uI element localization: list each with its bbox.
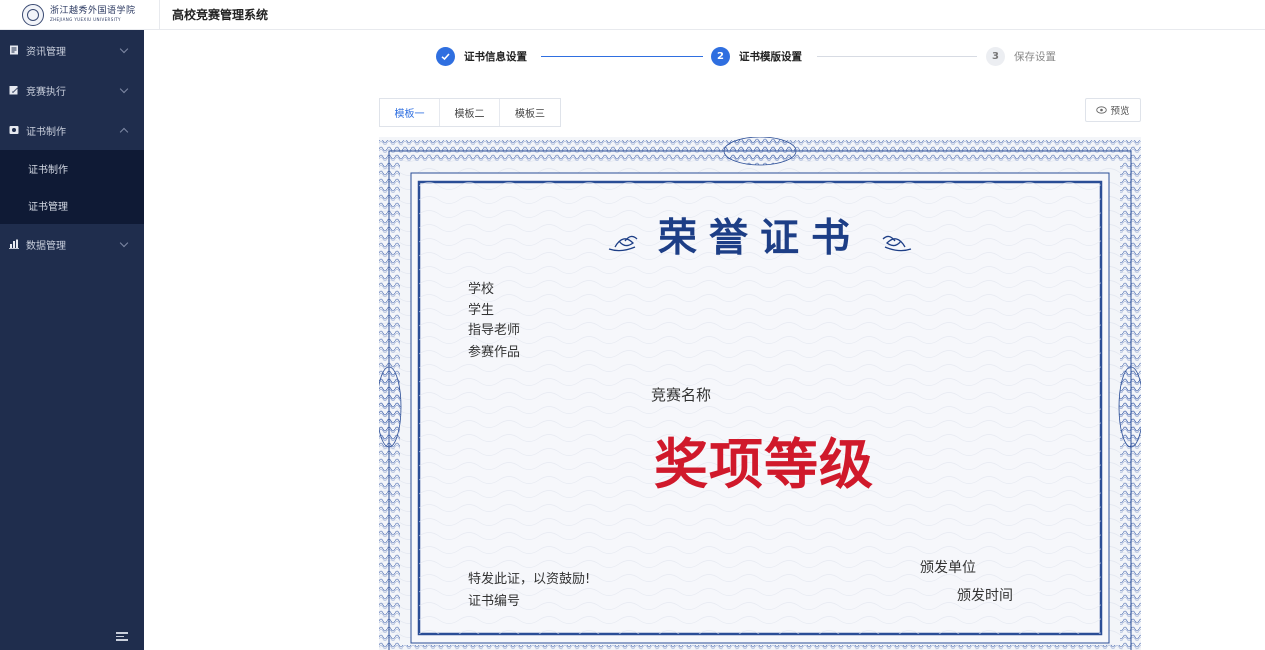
step-template-settings[interactable]: 2 证书模版设置 (711, 44, 802, 68)
certificate-icon (9, 125, 19, 135)
menu-collapse-icon[interactable] (116, 632, 128, 644)
app-title: 高校竞赛管理系统 (172, 8, 269, 22)
sidebar-subitem-manage-certificate[interactable]: 证书管理 (0, 187, 144, 224)
sidebar-item-label: 证书制作 (26, 126, 66, 138)
chevron-down-icon (119, 84, 129, 93)
news-icon (9, 45, 19, 55)
sidebar-item-news[interactable]: 资讯管理 (0, 30, 144, 70)
bar-chart-icon (9, 239, 19, 249)
field-work[interactable]: 参赛作品 (468, 341, 520, 360)
chevron-down-icon (119, 238, 129, 247)
logo-name-cn: 浙江越秀外国语学院 (50, 6, 136, 16)
eye-icon (1096, 106, 1108, 114)
step-certificate-info[interactable]: 证书信息设置 (436, 44, 527, 68)
sidebar-item-label: 资讯管理 (26, 46, 66, 58)
step-label: 证书信息设置 (464, 50, 527, 63)
field-issue-time[interactable]: 颁发时间 (957, 585, 1013, 605)
step-connector (817, 56, 977, 57)
sidebar-subitem-make-certificate[interactable]: 证书制作 (0, 150, 144, 187)
field-student[interactable]: 学生 (468, 299, 494, 318)
university-logo[interactable]: 浙江越秀外国语学院 ZHEJIANG YUEXIU UNIVERSITY (0, 0, 160, 30)
tab-template-3[interactable]: 模板三 (500, 99, 560, 126)
field-school[interactable]: 学校 (468, 278, 494, 297)
template-tabs: 模板一 模板二 模板三 (379, 98, 561, 127)
step-number: 3 (986, 46, 1005, 66)
step-save-settings[interactable]: 3 保存设置 (986, 44, 1056, 68)
step-number: 2 (711, 46, 730, 66)
edit-doc-icon (9, 85, 19, 95)
certificate-submenu: 证书制作 证书管理 (0, 150, 144, 224)
sidebar-item-label: 数据管理 (26, 240, 66, 252)
checkmark-icon (436, 46, 455, 66)
field-encouragement[interactable]: 特发此证，以资鼓励! (468, 568, 590, 587)
sidebar-item-competition[interactable]: 竞赛执行 (0, 70, 144, 110)
logo-name-en: ZHEJIANG YUEXIU UNIVERSITY (50, 17, 121, 22)
step-label: 证书模版设置 (739, 50, 802, 63)
field-teacher[interactable]: 指导老师 (468, 319, 520, 338)
field-issuer[interactable]: 颁发单位 (920, 557, 976, 577)
field-competition-name[interactable]: 竞赛名称 (651, 384, 711, 405)
tab-template-1[interactable]: 模板一 (380, 99, 440, 126)
sidebar-item-data[interactable]: 数据管理 (0, 224, 144, 264)
top-header: 浙江越秀外国语学院 ZHEJIANG YUEXIU UNIVERSITY 高校竞… (0, 0, 1265, 30)
chevron-down-icon (119, 44, 129, 53)
tab-template-2[interactable]: 模板二 (440, 99, 500, 126)
sidebar: 资讯管理 竞赛执行 证书制作 证书制作 证书管理 数据管理 (0, 30, 144, 650)
university-seal-icon (22, 3, 44, 26)
certificate-title: 荣誉证书 (599, 209, 921, 261)
field-certificate-number[interactable]: 证书编号 (468, 590, 520, 609)
field-award-level[interactable]: 奖项等级 (614, 420, 914, 499)
certificate-canvas: 荣誉证书 学校 学生 指导老师 参赛作品 竞赛名称 奖项等级 特发此证，以资鼓励… (379, 137, 1141, 650)
step-connector (541, 56, 703, 57)
sidebar-item-label: 竞赛执行 (26, 86, 66, 98)
chevron-up-icon (119, 127, 129, 136)
certificate-title-text: 荣誉证书 (657, 216, 862, 261)
preview-button[interactable]: 预览 (1085, 98, 1141, 122)
sidebar-item-certificate[interactable]: 证书制作 (0, 110, 144, 150)
logo-text: 浙江越秀外国语学院 ZHEJIANG YUEXIU UNIVERSITY (50, 7, 136, 22)
step-label: 保存设置 (1014, 50, 1056, 63)
preview-label: 预览 (1110, 106, 1130, 117)
progress-steps: 证书信息设置 2 证书模版设置 3 保存设置 (436, 44, 1076, 68)
